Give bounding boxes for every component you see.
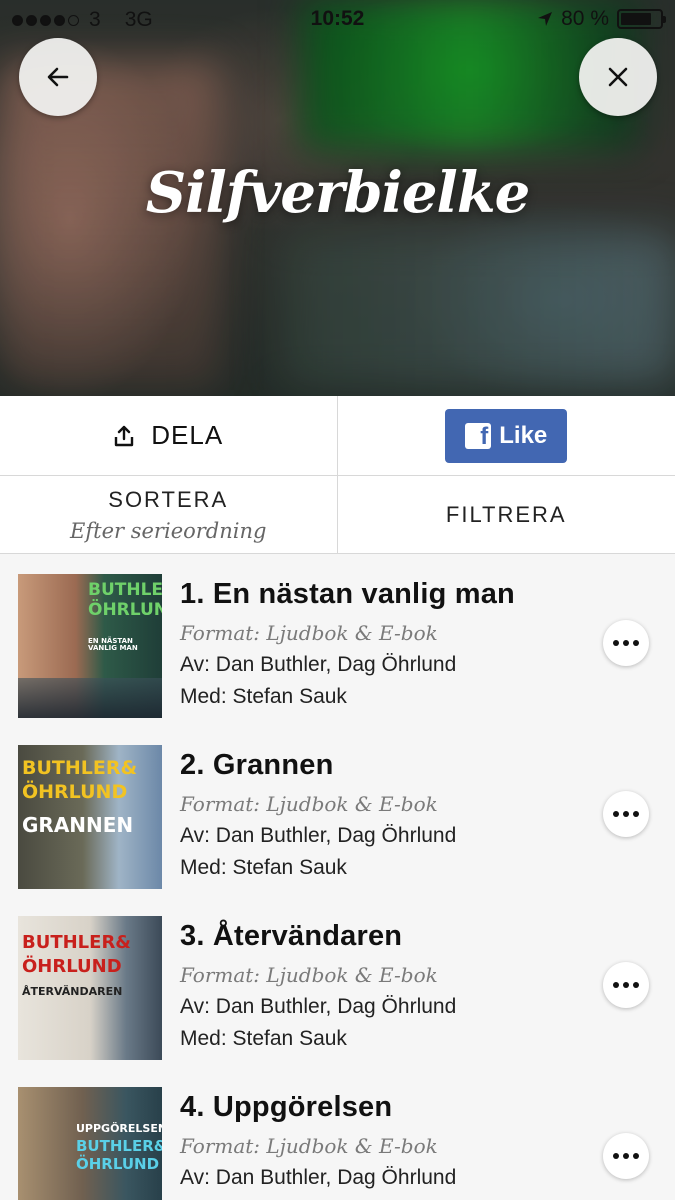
cover-text: BUTHLER& (22, 757, 138, 779)
more-options-button[interactable] (603, 620, 649, 666)
battery-icon (617, 9, 666, 29)
book-authors: Av: Dan Buthler, Dag Öhrlund (180, 1166, 457, 1189)
cover-text: ÖHRLUND (22, 781, 128, 803)
cover-text: BUTHLER& (88, 580, 162, 600)
book-cover[interactable]: BUTHLER& ÖHRLUND EN NÄSTAN VANLIG MAN (18, 574, 162, 718)
book-title[interactable]: 3. Återvändaren (180, 920, 456, 953)
more-dot (633, 811, 639, 817)
filter-button[interactable]: FILTRERA (338, 476, 675, 553)
cover-text: ÖHRLUND (88, 600, 162, 620)
filter-label: FILTRERA (445, 501, 567, 527)
list-item[interactable]: UPPGÖRELSEN BUTHLER& ÖHRLUND 4. Uppgörel… (0, 1067, 675, 1200)
series-title: Silfverbielke (145, 160, 531, 226)
cover-text: ÅTERVÄNDAREN (22, 985, 123, 998)
book-info: 3. Återvändaren Format: Ljudbok & E-bok … (180, 920, 456, 1051)
sort-label: SORTERA (108, 486, 229, 512)
list-item[interactable]: BUTHLER& ÖHRLUND GRANNEN 2. Grannen Form… (0, 725, 675, 896)
facebook-like-cell: f Like (338, 396, 675, 475)
back-button[interactable] (19, 38, 97, 116)
book-cover[interactable]: BUTHLER& ÖHRLUND GRANNEN (18, 745, 162, 889)
book-title[interactable]: 1. En nästan vanlig man (180, 578, 515, 611)
book-authors: Av: Dan Buthler, Dag Öhrlund (180, 653, 457, 676)
more-dot (623, 1153, 629, 1159)
book-format: Format: Ljudbok & E-bok (180, 1134, 438, 1158)
cover-text: ÖHRLUND (22, 956, 122, 977)
arrow-left-icon (47, 67, 69, 87)
book-info: 4. Uppgörelsen Format: Ljudbok & E-bok A… (180, 1091, 456, 1198)
series-hero: 3 3G 10:52 80 % Silfverbielke (0, 0, 675, 396)
book-format: Format: Ljudbok & E-bok (180, 621, 438, 645)
cover-text: ÖHRLUND (76, 1155, 160, 1173)
more-dot (633, 982, 639, 988)
status-bar: 3 3G 10:52 80 % (0, 0, 675, 40)
share-label: DELA (151, 420, 224, 450)
more-dot (613, 640, 619, 646)
more-options-button[interactable] (603, 1133, 649, 1179)
more-dot (623, 640, 629, 646)
book-authors: Av: Dan Buthler, Dag Öhrlund (180, 824, 457, 847)
book-cover[interactable]: UPPGÖRELSEN BUTHLER& ÖHRLUND (18, 1087, 162, 1200)
book-list: BUTHLER& ÖHRLUND EN NÄSTAN VANLIG MAN 1.… (0, 554, 675, 1200)
list-item[interactable]: BUTHLER& ÖHRLUND ÅTERVÄNDAREN 3. Återvän… (0, 896, 675, 1067)
book-narrator: Med: Stefan Sauk (180, 856, 347, 879)
book-cover[interactable]: BUTHLER& ÖHRLUND ÅTERVÄNDAREN (18, 916, 162, 1060)
more-dot (623, 982, 629, 988)
location-arrow-icon (538, 12, 553, 26)
cover-text: GRANNEN (22, 813, 134, 837)
cover-art (18, 678, 162, 718)
book-title[interactable]: 2. Grannen (180, 749, 456, 782)
book-authors: Av: Dan Buthler, Dag Öhrlund (180, 995, 457, 1018)
book-info: 2. Grannen Format: Ljudbok & E-bok Av: D… (180, 749, 456, 880)
list-item[interactable]: BUTHLER& ÖHRLUND EN NÄSTAN VANLIG MAN 1.… (0, 554, 675, 725)
more-dot (613, 982, 619, 988)
more-dot (613, 811, 619, 817)
sort-button[interactable]: SORTERA Efter serieordning (0, 476, 338, 553)
share-content: DELA (113, 420, 223, 451)
more-dot (633, 640, 639, 646)
cover-text: BUTHLER& (76, 1137, 162, 1155)
share-icon (115, 425, 134, 446)
book-title[interactable]: 4. Uppgörelsen (180, 1091, 456, 1124)
more-dot (623, 811, 629, 817)
close-icon (608, 67, 628, 87)
cover-text: EN NÄSTAN VANLIG MAN (88, 637, 138, 652)
sort-value: Efter serieordning (70, 518, 267, 543)
more-dot (613, 1153, 619, 1159)
battery-fill (621, 13, 652, 25)
book-info: 1. En nästan vanlig man Format: Ljudbok … (180, 578, 515, 709)
book-format: Format: Ljudbok & E-bok (180, 792, 438, 816)
more-options-button[interactable] (603, 962, 649, 1008)
sort-filter-row: SORTERA Efter serieordning FILTRERA (0, 476, 675, 554)
book-format: Format: Ljudbok & E-bok (180, 963, 438, 987)
close-button[interactable] (579, 38, 657, 116)
cover-text: BUTHLER& (22, 932, 132, 953)
cover-text: UPPGÖRELSEN (76, 1122, 162, 1135)
more-dot (633, 1153, 639, 1159)
book-narrator: Med: Stefan Sauk (180, 685, 347, 708)
share-button[interactable]: DELA (0, 396, 338, 475)
book-narrator: Med: Stefan Sauk (180, 1027, 347, 1050)
battery-percent: 80 % (561, 7, 609, 30)
facebook-like-button[interactable]: f Like (445, 408, 568, 463)
share-like-row: DELA f Like (0, 396, 675, 476)
more-options-button[interactable] (603, 791, 649, 837)
status-right: 80 % (537, 7, 666, 31)
facebook-like-label: Like (499, 421, 548, 449)
facebook-icon: f (465, 422, 492, 449)
